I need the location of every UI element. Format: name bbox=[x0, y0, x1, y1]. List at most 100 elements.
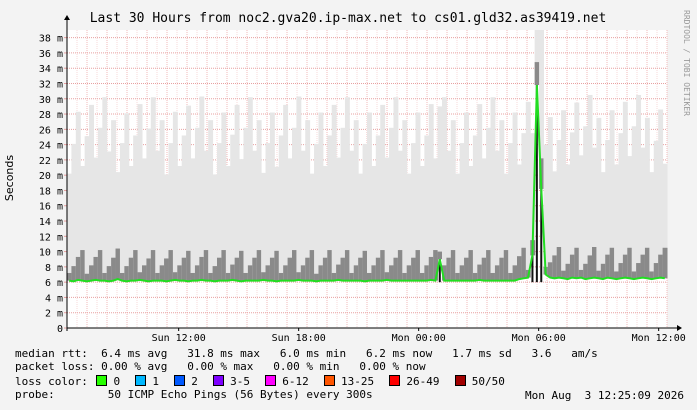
smoke-band-inner bbox=[309, 250, 315, 281]
smoke-band-inner bbox=[552, 255, 558, 279]
probe-date: Mon Aug 3 12:25:09 2026 bbox=[525, 389, 684, 402]
smoke-band-inner bbox=[490, 272, 496, 281]
smoke-band-inner bbox=[252, 257, 258, 281]
y-tick-label: 2 m bbox=[45, 309, 63, 320]
smoke-band-inner bbox=[477, 264, 483, 280]
smoke-band-inner bbox=[199, 256, 205, 280]
loss-color-swatch bbox=[96, 375, 108, 386]
smoke-band-outer bbox=[618, 133, 624, 279]
smoke-band-inner bbox=[587, 255, 593, 279]
smoke-band-inner bbox=[292, 250, 297, 281]
smoke-band-inner bbox=[243, 272, 249, 281]
smoke-band-inner bbox=[499, 257, 505, 281]
smoke-band-inner bbox=[419, 272, 425, 281]
smoke-band-inner bbox=[164, 258, 169, 282]
legend-median-row: median rtt: 6.4 ms avg 31.8 ms max 6.0 m… bbox=[15, 348, 598, 360]
smoke-band-inner bbox=[380, 250, 386, 281]
smoke-band-outer bbox=[230, 134, 236, 280]
smoke-band-outer bbox=[389, 127, 394, 281]
smoke-band-outer bbox=[199, 96, 205, 280]
y-tick-label: 34 m bbox=[39, 64, 63, 75]
smoke-band-inner bbox=[106, 266, 112, 282]
smoke-band-inner bbox=[658, 254, 664, 278]
smoke-band-outer bbox=[265, 143, 271, 281]
smoke-band-inner bbox=[618, 263, 624, 279]
smoke-band-outer bbox=[296, 96, 302, 280]
smoke-band-outer bbox=[578, 155, 584, 278]
smoke-band-outer bbox=[512, 112, 518, 281]
smoke-band-outer bbox=[318, 112, 324, 281]
legend-loss-row: packet loss: 0.00 % avg 0.00 % max 0.00 … bbox=[15, 361, 426, 373]
smoke-band-outer bbox=[71, 143, 77, 282]
smoke-band-outer bbox=[419, 166, 425, 281]
smoke-band-inner bbox=[578, 269, 584, 278]
smoke-band-inner bbox=[367, 272, 372, 281]
smoke-band-outer bbox=[367, 112, 372, 281]
smoke-band-inner bbox=[181, 257, 187, 281]
smoke-band-inner bbox=[239, 250, 244, 282]
smoke-band-inner bbox=[600, 263, 606, 280]
smoke-band-outer bbox=[442, 97, 447, 281]
smoke-band-inner bbox=[115, 248, 121, 280]
smoke-band-outer bbox=[124, 113, 130, 282]
smoke-band-inner bbox=[300, 265, 306, 281]
smoke-band-inner bbox=[565, 263, 571, 280]
smoke-band-outer bbox=[84, 136, 90, 282]
smoke-band-outer bbox=[499, 120, 505, 281]
smoke-band-outer bbox=[658, 109, 664, 278]
smoke-band-inner bbox=[71, 266, 77, 282]
smoke-band-inner bbox=[424, 265, 430, 281]
smoke-band-outer bbox=[194, 127, 200, 281]
smoke-band-outer bbox=[653, 140, 659, 279]
x-tick-label: Sun 12:00 bbox=[152, 333, 206, 344]
smoke-band-outer bbox=[331, 104, 337, 281]
smoke-band-inner bbox=[415, 250, 421, 281]
y-tick-label: 20 m bbox=[39, 171, 63, 182]
loss-color-swatch bbox=[323, 375, 335, 386]
smoke-band-outer bbox=[247, 97, 253, 281]
loss-color-label-entry: 1 bbox=[152, 375, 173, 388]
smoke-band-inner bbox=[168, 250, 174, 281]
smokeping-chart: Last 30 Hours from noc2.gva20.ip-max.net… bbox=[0, 0, 697, 345]
smoke-band-outer bbox=[636, 94, 642, 279]
smoke-band-inner bbox=[521, 247, 527, 279]
smoke-band-inner bbox=[283, 265, 289, 281]
smoke-band-outer bbox=[371, 166, 377, 281]
smoke-band-inner bbox=[349, 272, 355, 281]
y-tick-label: 6 m bbox=[45, 278, 63, 289]
y-tick-label: 18 m bbox=[39, 186, 63, 197]
smoke-band-inner bbox=[142, 265, 147, 281]
loss-color-label-entry: 50/50 bbox=[471, 375, 519, 388]
smoke-band-inner bbox=[278, 272, 284, 281]
smoke-band-outer bbox=[137, 104, 143, 280]
y-tick-label: 4 m bbox=[45, 293, 63, 304]
smoke-band-outer bbox=[75, 111, 81, 280]
smoke-band-inner bbox=[194, 265, 200, 281]
smoke-band-outer bbox=[102, 97, 108, 281]
smoke-band-outer bbox=[119, 143, 125, 281]
y-tick-label: 28 m bbox=[39, 110, 63, 121]
smoke-band-inner bbox=[455, 272, 461, 281]
smoke-band-outer bbox=[349, 150, 355, 281]
smoke-band-outer bbox=[159, 120, 165, 281]
smoke-band-outer bbox=[208, 120, 214, 281]
smoke-band-outer bbox=[464, 112, 469, 281]
smoke-band-inner bbox=[371, 265, 377, 281]
smoke-band-outer bbox=[437, 106, 443, 260]
y-tick-label: 12 m bbox=[39, 232, 63, 243]
smoke-band-inner bbox=[230, 264, 236, 280]
smoke-band-outer bbox=[424, 135, 430, 281]
smoke-band-inner bbox=[137, 272, 143, 280]
smoke-band-inner bbox=[605, 254, 611, 278]
smoke-band-inner bbox=[486, 250, 492, 281]
plot-area: 0 2 m 4 m 6 m 8 m 10 m 12 m 14 m 16 m 18 m 20 m 22 … bbox=[39, 15, 686, 344]
smoke-band-outer bbox=[67, 173, 72, 281]
smoke-band-outer bbox=[402, 120, 408, 281]
smoke-band-outer bbox=[393, 97, 399, 281]
y-tick-label: 32 m bbox=[39, 79, 63, 90]
smoke-band-inner bbox=[402, 272, 408, 281]
smoke-band-inner bbox=[336, 264, 342, 280]
smoke-band-inner bbox=[583, 263, 589, 280]
probe-text: 50 ICMP Echo Pings (56 Bytes) every 300s bbox=[54, 388, 373, 401]
loss-color-label-entry: 0 bbox=[113, 375, 134, 388]
